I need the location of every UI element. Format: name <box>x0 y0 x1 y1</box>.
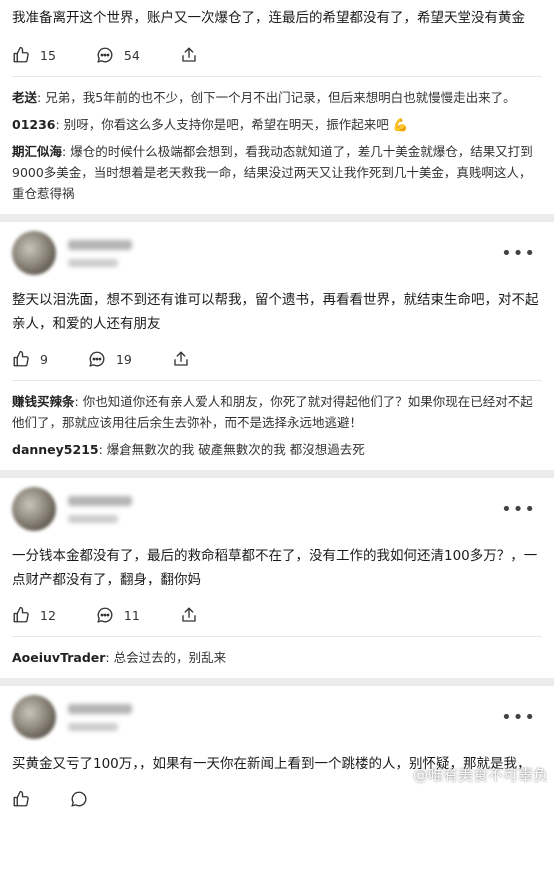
comment-text: 兄弟，我5年前的也不少，创下一个月不出门记录，但后来想明白也就慢慢走出来了。 <box>45 90 516 105</box>
post-header: ••• <box>12 222 542 284</box>
comment-bubble-icon <box>96 46 114 64</box>
share-button[interactable] <box>180 606 198 624</box>
comment-text: 别呀，你看这么多人支持你是吧，希望在明天，振作起来吧 💪 <box>63 117 409 132</box>
comment-item[interactable]: 01236: 别呀，你看这么多人支持你是吧，希望在明天，振作起来吧 💪 <box>12 114 542 135</box>
post-header: ••• <box>12 686 542 748</box>
feed-separator <box>0 678 554 686</box>
comment-list: 老送: 兄弟，我5年前的也不少，创下一个月不出门记录，但后来想明白也就慢慢走出来… <box>12 77 542 214</box>
thumbs-up-icon <box>12 350 30 368</box>
comment-list: AoeiuvTrader: 总会过去的，别乱来 <box>12 637 542 678</box>
post-text: 一分钱本金都没有了，最后的救命稻草都不在了，没有工作的我如何还清100多万？，一… <box>12 548 538 588</box>
comment-bubble-icon <box>70 790 88 808</box>
share-button[interactable] <box>172 350 190 368</box>
comment-item[interactable]: AoeiuvTrader: 总会过去的，别乱来 <box>12 647 542 668</box>
post-actions <box>12 782 542 816</box>
user-subtitle-blurred <box>68 514 118 523</box>
comment-item[interactable]: 赚钱买辣条: 你也知道你还有亲人爱人和朋友，你死了就对得起他们了？如果你现在已经… <box>12 391 542 433</box>
feed-separator <box>0 214 554 222</box>
avatar[interactable] <box>12 487 56 531</box>
user-info <box>68 703 132 731</box>
comment-bubble-icon <box>96 606 114 624</box>
comment-author[interactable]: 赚钱买辣条 <box>12 394 75 409</box>
user-subtitle-blurred <box>68 722 118 731</box>
username-blurred[interactable] <box>68 495 132 506</box>
post-card-3: ••• 一分钱本金都没有了，最后的救命稻草都不在了，没有工作的我如何还清100多… <box>0 478 554 678</box>
watermark-text: @唯有美食不可辜负 <box>412 766 548 784</box>
comment-button[interactable]: 54 <box>96 46 140 64</box>
post-text: 整天以泪洗面，想不到还有谁可以帮我，留个遗书，再看看世界，就结束生命吧，对不起亲… <box>12 292 539 332</box>
watermark: @唯有美食不可辜负 <box>389 764 548 785</box>
post-actions: 9 19 <box>12 342 542 376</box>
comment-count: 11 <box>123 607 140 623</box>
share-icon <box>180 46 198 64</box>
comment-text: 爆仓的时候什么极端都会想到，看我动态就知道了，差几十美金就爆仓，结果又打到900… <box>12 144 533 201</box>
comment-author[interactable]: AoeiuvTrader <box>12 650 105 665</box>
more-dots-icon[interactable]: ••• <box>501 707 536 728</box>
like-count: 15 <box>40 47 56 63</box>
share-icon <box>172 350 190 368</box>
avatar[interactable] <box>12 231 56 275</box>
post-card-2: ••• 整天以泪洗面，想不到还有谁可以帮我，留个遗书，再看看世界，就结束生命吧，… <box>0 222 554 470</box>
post-actions: 12 11 <box>12 598 542 632</box>
comment-item[interactable]: 老送: 兄弟，我5年前的也不少，创下一个月不出门记录，但后来想明白也就慢慢走出来… <box>12 87 542 108</box>
user-info <box>68 239 132 267</box>
more-dots-icon[interactable]: ••• <box>501 243 536 264</box>
feed-separator <box>0 470 554 478</box>
post-actions: 15 54 <box>12 38 542 72</box>
user-info <box>68 495 132 523</box>
comment-author[interactable]: 01236 <box>12 117 56 132</box>
comment-author[interactable]: danney5215 <box>12 442 99 457</box>
comment-text: 你也知道你还有亲人爱人和朋友，你死了就对得起他们了？如果你现在已经对不起他们了，… <box>12 394 533 430</box>
thumbs-up-icon <box>12 46 30 64</box>
like-count: 12 <box>40 607 56 623</box>
thumbs-up-icon <box>12 606 30 624</box>
like-count: 9 <box>40 351 48 367</box>
share-icon <box>180 606 198 624</box>
post-text: 我准备离开这个世界，账户又一次爆仓了，连最后的希望都没有了，希望天堂没有黄金 <box>12 10 525 26</box>
comment-item[interactable]: 期汇似海: 爆仓的时候什么极端都会想到，看我动态就知道了，差几十美金就爆仓，结果… <box>12 141 542 204</box>
post-card-1: 我准备离开这个世界，账户又一次爆仓了，连最后的希望都没有了，希望天堂没有黄金 1… <box>0 0 554 214</box>
username-blurred[interactable] <box>68 239 132 250</box>
like-button[interactable] <box>12 790 30 808</box>
like-button[interactable]: 12 <box>12 606 56 624</box>
more-dots-icon[interactable]: ••• <box>501 499 536 520</box>
comment-author[interactable]: 老送 <box>12 90 37 105</box>
comment-text: 总会过去的，别乱来 <box>113 650 227 665</box>
comment-count: 54 <box>123 47 140 63</box>
weibo-logo-icon <box>390 767 407 782</box>
avatar[interactable] <box>12 695 56 739</box>
comment-button[interactable] <box>70 790 88 808</box>
comment-button[interactable]: 11 <box>96 606 140 624</box>
share-button[interactable] <box>180 46 198 64</box>
username-blurred[interactable] <box>68 703 132 714</box>
post-header: ••• <box>12 478 542 540</box>
comment-bubble-icon <box>88 350 106 368</box>
comment-text: 爆倉無數次的我 破產無數次的我 都沒想過去死 <box>106 442 365 457</box>
comment-button[interactable]: 19 <box>88 350 132 368</box>
comment-item[interactable]: danney5215: 爆倉無數次的我 破產無數次的我 都沒想過去死 <box>12 439 542 460</box>
comment-list: 赚钱买辣条: 你也知道你还有亲人爱人和朋友，你死了就对得起他们了？如果你现在已经… <box>12 381 542 470</box>
user-subtitle-blurred <box>68 258 118 267</box>
thumbs-up-icon <box>12 790 30 808</box>
like-button[interactable]: 15 <box>12 46 56 64</box>
comment-author[interactable]: 期汇似海 <box>12 144 62 159</box>
post-card-4: ••• 买黄金又亏了100万，，如果有一天你在新闻上看到一个跳楼的人，别怀疑，那… <box>0 686 554 886</box>
like-button[interactable]: 9 <box>12 350 48 368</box>
comment-count: 19 <box>115 351 132 367</box>
